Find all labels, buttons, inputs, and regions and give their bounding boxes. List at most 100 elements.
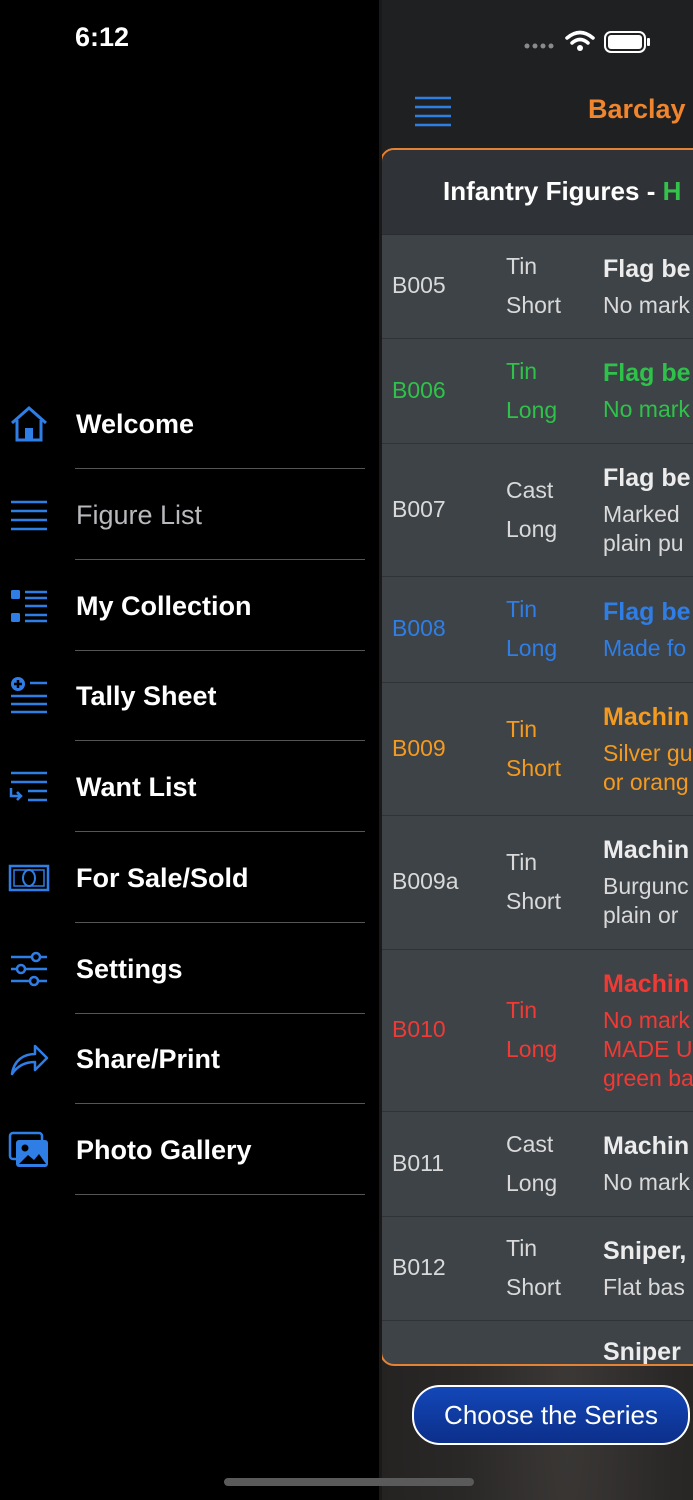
figure-title: Machin xyxy=(603,702,690,731)
want-list-icon xyxy=(9,771,47,802)
drawer-item-label: For Sale/Sold xyxy=(76,862,249,893)
figure-title: Flag be xyxy=(603,463,691,492)
figure-description: or orang xyxy=(603,768,689,795)
app-brand-title: Barclay I xyxy=(588,94,693,124)
figure-code: B012 xyxy=(392,1254,446,1280)
figure-row[interactable]: B009 Tin Short Machin Silver gu or orang xyxy=(382,682,693,816)
figure-description: plain or xyxy=(603,902,679,928)
drawer-item-label: Share/Print xyxy=(76,1044,221,1075)
sliders-icon xyxy=(11,951,47,986)
figure-length: Long xyxy=(506,396,558,423)
figure-title: Machin xyxy=(603,1132,690,1160)
figure-row[interactable]: B008 Tin Long Flag be Made fo xyxy=(382,576,693,683)
figure-row[interactable]: B007 Cast Long Flag be Marked plain pu xyxy=(382,443,693,577)
figure-length: Long xyxy=(506,635,558,661)
home-indicator xyxy=(224,1478,474,1486)
figure-length: Short xyxy=(506,754,561,781)
photos-icon xyxy=(8,1131,48,1167)
figure-row[interactable]: B012 Tin Short Sniper, Flat bas xyxy=(382,1216,693,1321)
drawer-item-label: Settings xyxy=(76,953,183,984)
figure-description: Silver gu xyxy=(603,739,693,766)
figure-description: green ba xyxy=(603,1064,693,1091)
figure-description: plain pu xyxy=(603,529,684,556)
panel-title-main: Infantry Figures - xyxy=(443,176,663,206)
figure-description: No mark xyxy=(603,1006,690,1033)
figure-title: Sniper, xyxy=(603,1236,687,1265)
home-icon xyxy=(11,405,47,442)
figure-description: No mark xyxy=(603,1169,690,1195)
figure-code: B009 xyxy=(392,734,446,761)
figure-row[interactable]: B011 Cast Long Machin No mark xyxy=(382,1111,693,1217)
figure-row[interactable]: B006 Tin Long Flag be No mark xyxy=(382,338,693,444)
figure-code: B005 xyxy=(392,272,446,298)
figure-material: Tin xyxy=(506,596,538,622)
figure-material: Cast xyxy=(506,1130,554,1157)
figure-row[interactable]: B010 Tin Long Machin No mark MADE Ugreen ba xyxy=(382,949,693,1112)
figure-material: Tin xyxy=(506,357,538,384)
figure-code: B010 xyxy=(392,1016,446,1042)
panel-header: Infantry Figures - H xyxy=(382,150,693,235)
drawer-item-label: Want List xyxy=(76,772,197,802)
bullet-list-icon xyxy=(11,589,47,622)
drawer-item-settings[interactable]: Settings xyxy=(0,924,379,1014)
figure-list-panel: Infantry Figures - H B005 Tin Short Flag be… xyxy=(380,148,693,1366)
hamburger-menu-icon[interactable] xyxy=(415,96,451,128)
figure-length: Short xyxy=(506,888,561,914)
figure-row[interactable]: B009a Tin Short Machin Burgunc plain or xyxy=(382,815,693,950)
drawer-item-want-list[interactable]: Want List xyxy=(0,742,379,832)
panel-title: Infantry Figures - H xyxy=(443,176,681,207)
figure-material: Tin xyxy=(506,715,538,742)
add-list-icon xyxy=(11,677,47,714)
figure-description: Flat bas xyxy=(603,1273,685,1300)
figure-title: Machin xyxy=(603,969,690,998)
figure-title: Flag be xyxy=(603,359,691,387)
choose-series-button[interactable]: Choose the Series xyxy=(412,1385,690,1445)
navigation-bar: Barclay I xyxy=(379,0,693,150)
drawer-item-label: Photo Gallery xyxy=(76,1135,252,1165)
share-arrow-icon xyxy=(10,1045,49,1076)
drawer-item-label: Figure List xyxy=(76,499,203,530)
figure-length: Short xyxy=(506,1274,561,1300)
drawer-item-tally-sheet[interactable]: Tally Sheet xyxy=(0,651,379,742)
drawer-item-photo-gallery[interactable]: Photo Gallery xyxy=(0,1105,379,1195)
figure-row[interactable]: Sniper xyxy=(382,1320,693,1366)
drawer-item-figure-list[interactable]: Figure List xyxy=(0,470,379,560)
main-content: Barclay I Infantry Figures - H B005 Tin Sh… xyxy=(379,0,693,1500)
divider xyxy=(75,1194,365,1195)
figure-code: B006 xyxy=(392,376,446,403)
panel-title-accent: H xyxy=(662,176,682,206)
figure-title: Sniper xyxy=(603,1338,681,1366)
figure-material: Tin xyxy=(506,997,538,1023)
drawer-item-label: Welcome xyxy=(76,409,195,439)
figure-title: Machin xyxy=(603,836,690,864)
figure-material: Tin xyxy=(506,849,538,875)
figure-description: Made fo xyxy=(603,634,687,661)
status-time: 6:12 xyxy=(75,22,130,52)
figure-description: No mark xyxy=(603,396,690,422)
figure-code: B007 xyxy=(392,495,446,522)
figure-description: MADE U xyxy=(603,1035,693,1062)
figure-row[interactable]: B005 Tin Short Flag be No mark xyxy=(382,234,693,339)
side-drawer: 6:12 Welcome Figure List My Collection Tall… xyxy=(0,0,379,1500)
status-icons xyxy=(524,30,650,53)
figure-length: Short xyxy=(506,292,561,318)
figure-code: B009a xyxy=(392,868,459,894)
figure-title: Flag be xyxy=(603,597,691,626)
drawer-item-label: My Collection xyxy=(76,590,252,621)
list-lines-icon xyxy=(11,500,47,530)
figure-material: Cast xyxy=(506,476,554,503)
figure-material: Tin xyxy=(506,253,538,279)
figure-title: Flag be xyxy=(603,254,691,283)
figure-code: B008 xyxy=(392,615,446,641)
money-icon xyxy=(8,864,50,891)
drawer-item-label: Tally Sheet xyxy=(76,681,217,712)
figure-length: Long xyxy=(506,1169,558,1196)
drawer-item-welcome[interactable]: Welcome xyxy=(0,379,379,469)
drawer-item-for-sale-sold[interactable]: For Sale/Sold xyxy=(0,833,379,923)
drawer-item-share-print[interactable]: Share/Print xyxy=(0,1014,379,1105)
figure-description: Marked xyxy=(603,500,680,527)
figure-length: Long xyxy=(506,1036,558,1062)
figure-description: No mark xyxy=(603,291,690,318)
figure-code: B011 xyxy=(392,1149,445,1176)
drawer-item-my-collection[interactable]: My Collection xyxy=(0,561,379,651)
